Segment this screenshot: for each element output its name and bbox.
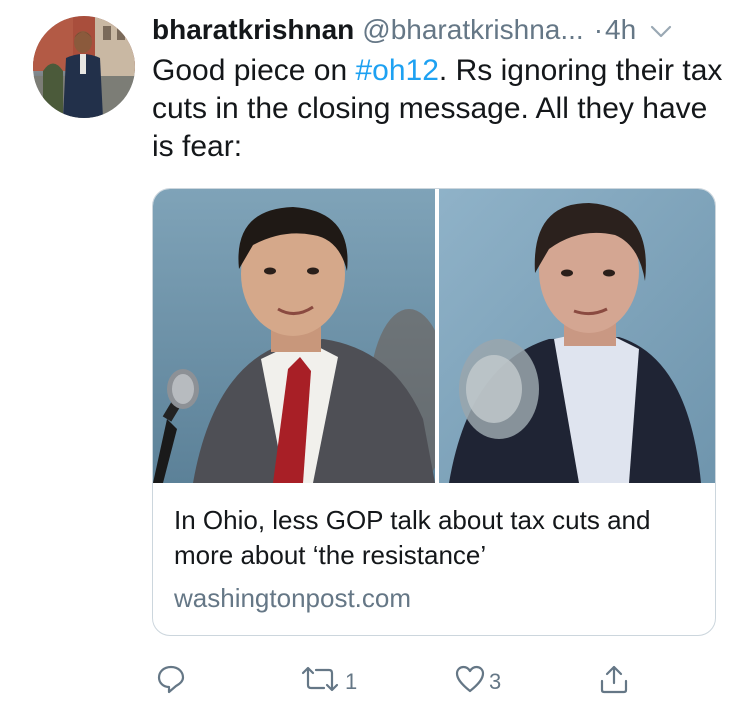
hashtag-link[interactable]: #oh12 bbox=[355, 54, 438, 87]
reply-icon bbox=[156, 664, 186, 700]
card-photo-right bbox=[439, 189, 715, 483]
separator-dot: · bbox=[593, 14, 604, 45]
display-name[interactable]: bharatkrishnan bbox=[152, 14, 354, 46]
card-image bbox=[153, 189, 715, 483]
share-icon bbox=[598, 663, 630, 701]
tweet-header: bharatkrishnan @bharatkrishna... · 4h bbox=[152, 10, 730, 50]
reply-button[interactable] bbox=[156, 662, 186, 702]
like-button[interactable]: 3 bbox=[454, 662, 501, 702]
chevron-down-icon[interactable] bbox=[650, 14, 672, 46]
card-photo-left bbox=[153, 189, 435, 483]
card-domain: washingtonpost.com bbox=[174, 583, 412, 613]
retweet-button[interactable]: 1 bbox=[298, 662, 357, 702]
user-handle[interactable]: @bharatkrishna... bbox=[362, 14, 583, 46]
avatar[interactable] bbox=[33, 16, 135, 118]
tweet-actions: 1 3 bbox=[152, 662, 712, 702]
card-title[interactable]: In Ohio, less GOP talk about tax cuts an… bbox=[174, 503, 694, 573]
link-card[interactable]: In Ohio, less GOP talk about tax cuts an… bbox=[152, 188, 716, 636]
heart-icon bbox=[454, 664, 486, 700]
retweet-count: 1 bbox=[345, 669, 358, 694]
tweet-text-intro: Good piece on bbox=[152, 54, 356, 87]
tweet-text: Good piece on #oh12. Rs ignoring their t… bbox=[152, 52, 732, 166]
timestamp[interactable]: 4h bbox=[605, 14, 636, 46]
retweet-icon bbox=[298, 664, 342, 700]
like-count: 3 bbox=[489, 669, 502, 694]
share-button[interactable] bbox=[598, 662, 630, 702]
